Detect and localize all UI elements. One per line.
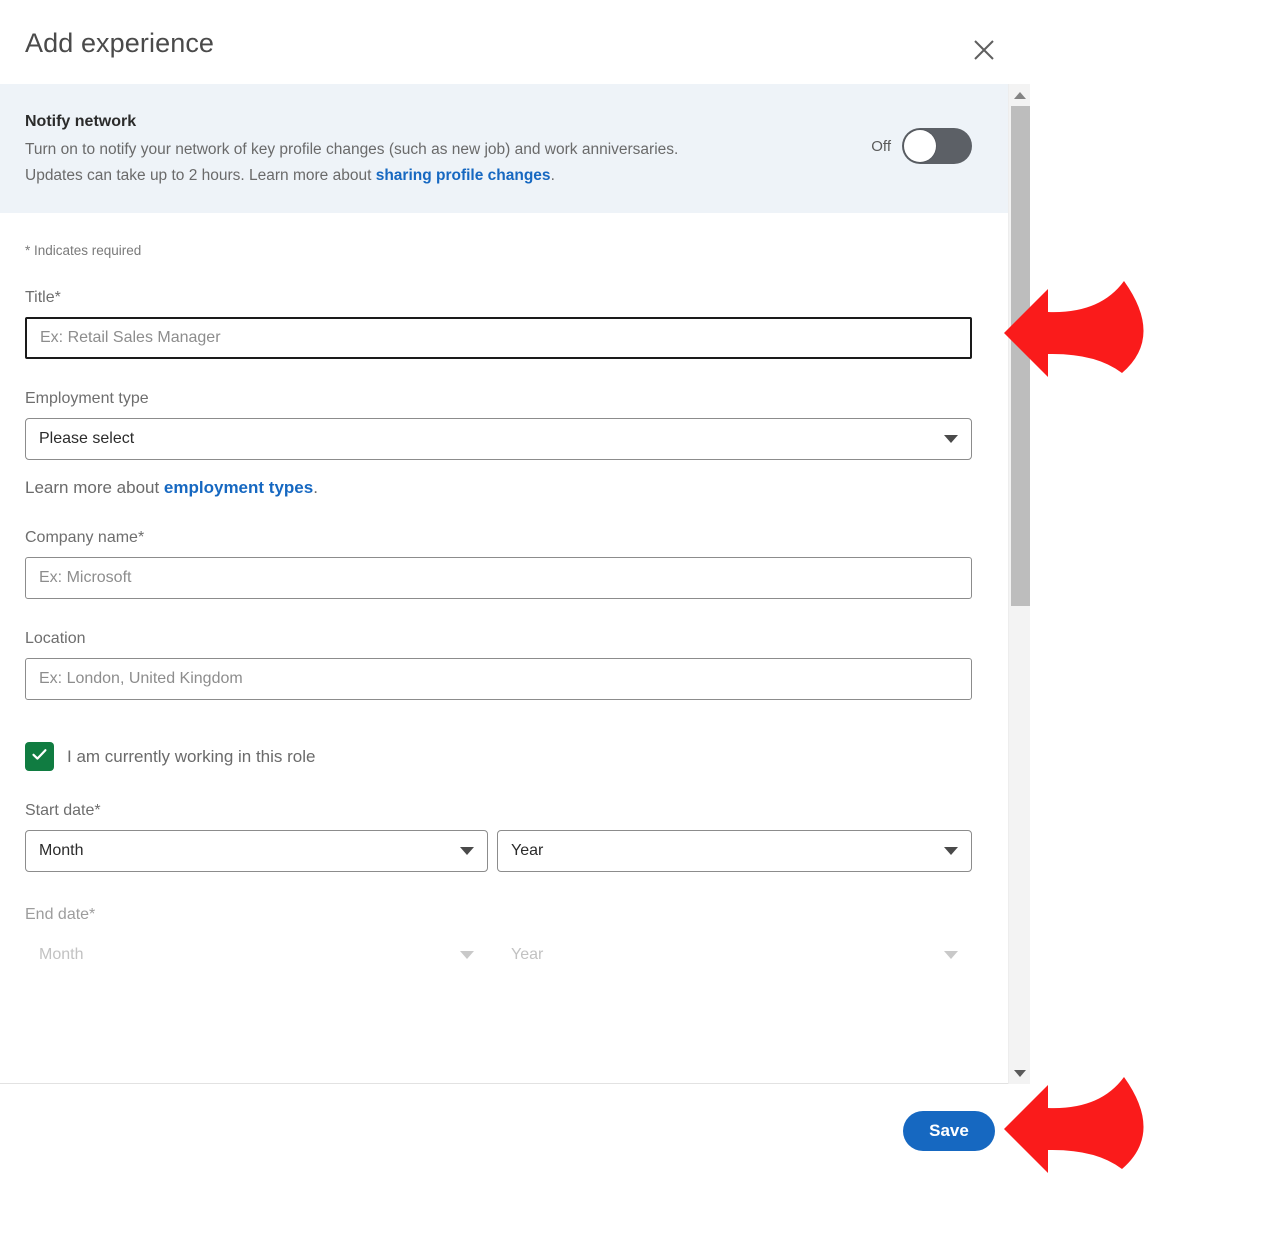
helper-suffix: .: [313, 478, 318, 497]
check-icon: [30, 745, 49, 769]
end-date-year-select: Year: [497, 934, 972, 976]
employment-type-label: Employment type: [25, 388, 983, 410]
field-employment-type: Employment type Please select Learn more…: [25, 388, 983, 498]
notify-line-2-suffix: .: [551, 167, 555, 184]
notify-toggle-state-label: Off: [871, 138, 891, 155]
scrollbar-thumb[interactable]: [1011, 106, 1030, 606]
chevron-up-icon: [1014, 92, 1026, 99]
notify-network-banner: Notify network Turn on to notify your ne…: [0, 84, 1008, 213]
field-company-name: Company name*: [25, 527, 983, 599]
currently-working-row[interactable]: I am currently working in this role: [25, 742, 983, 771]
save-button[interactable]: Save: [903, 1111, 995, 1151]
dialog-scroll-area: Notify network Turn on to notify your ne…: [0, 84, 1030, 1084]
notify-network-toggle[interactable]: [902, 128, 972, 164]
close-icon: [971, 37, 997, 63]
chevron-down-icon: [460, 847, 474, 855]
dialog-header: Add experience: [0, 0, 1030, 84]
title-label: Title*: [25, 287, 983, 309]
start-date-year-value: Year: [511, 842, 543, 860]
start-date-year-select[interactable]: Year: [497, 830, 972, 872]
dialog-scrollbar[interactable]: [1008, 84, 1030, 1084]
notify-network-heading: Notify network: [25, 110, 1008, 134]
end-date-month-value: Month: [39, 946, 83, 964]
location-input[interactable]: [25, 658, 972, 700]
toggle-knob: [904, 130, 936, 162]
helper-prefix: Learn more about: [25, 478, 164, 497]
end-date-row: Month Year: [25, 934, 983, 976]
scroll-up-button[interactable]: [1009, 86, 1031, 104]
page-title: Add experience: [25, 28, 214, 59]
company-name-label: Company name*: [25, 527, 983, 549]
field-title: Title*: [25, 287, 983, 359]
notify-line-2-prefix: Updates can take up to 2 hours. Learn mo…: [25, 167, 376, 184]
chevron-down-icon: [460, 951, 474, 959]
employment-type-value: Please select: [39, 430, 134, 448]
scroll-down-button[interactable]: [1009, 1064, 1031, 1082]
end-date-month-select: Month: [25, 934, 488, 976]
currently-working-label: I am currently working in this role: [67, 747, 315, 767]
experience-form: * Indicates required Title* Employment t…: [0, 213, 1008, 976]
chevron-down-icon: [944, 951, 958, 959]
start-date-label: Start date*: [25, 800, 983, 822]
currently-working-checkbox[interactable]: [25, 742, 54, 771]
start-date-row: Month Year: [25, 830, 983, 872]
field-location: Location: [25, 628, 983, 700]
chevron-down-icon: [944, 847, 958, 855]
chevron-down-icon: [1014, 1070, 1026, 1077]
chevron-down-icon: [944, 435, 958, 443]
sharing-profile-changes-link[interactable]: sharing profile changes: [376, 167, 551, 184]
dialog-footer: Save: [0, 1085, 1030, 1180]
end-date-year-value: Year: [511, 946, 543, 964]
notify-line-1: Turn on to notify your network of key pr…: [25, 141, 678, 158]
end-date-label: End date*: [25, 904, 983, 926]
title-input[interactable]: [25, 317, 972, 359]
start-date-month-select[interactable]: Month: [25, 830, 488, 872]
employment-type-select[interactable]: Please select: [25, 418, 972, 460]
employment-type-helper: Learn more about employment types.: [25, 478, 983, 498]
screen: Add experience Notify network Turn on to…: [0, 0, 1283, 1237]
add-experience-dialog: Add experience Notify network Turn on to…: [0, 0, 1030, 1180]
company-name-input[interactable]: [25, 557, 972, 599]
notify-toggle-group: Off: [871, 128, 972, 164]
field-start-date: Start date* Month Year: [25, 800, 983, 872]
location-label: Location: [25, 628, 983, 650]
employment-types-link[interactable]: employment types: [164, 478, 313, 497]
close-button[interactable]: [960, 28, 1008, 72]
field-end-date: End date* Month Year: [25, 904, 983, 976]
required-indicator-note: * Indicates required: [25, 213, 983, 258]
notify-network-description: Turn on to notify your network of key pr…: [25, 137, 865, 189]
start-date-month-value: Month: [39, 842, 83, 860]
